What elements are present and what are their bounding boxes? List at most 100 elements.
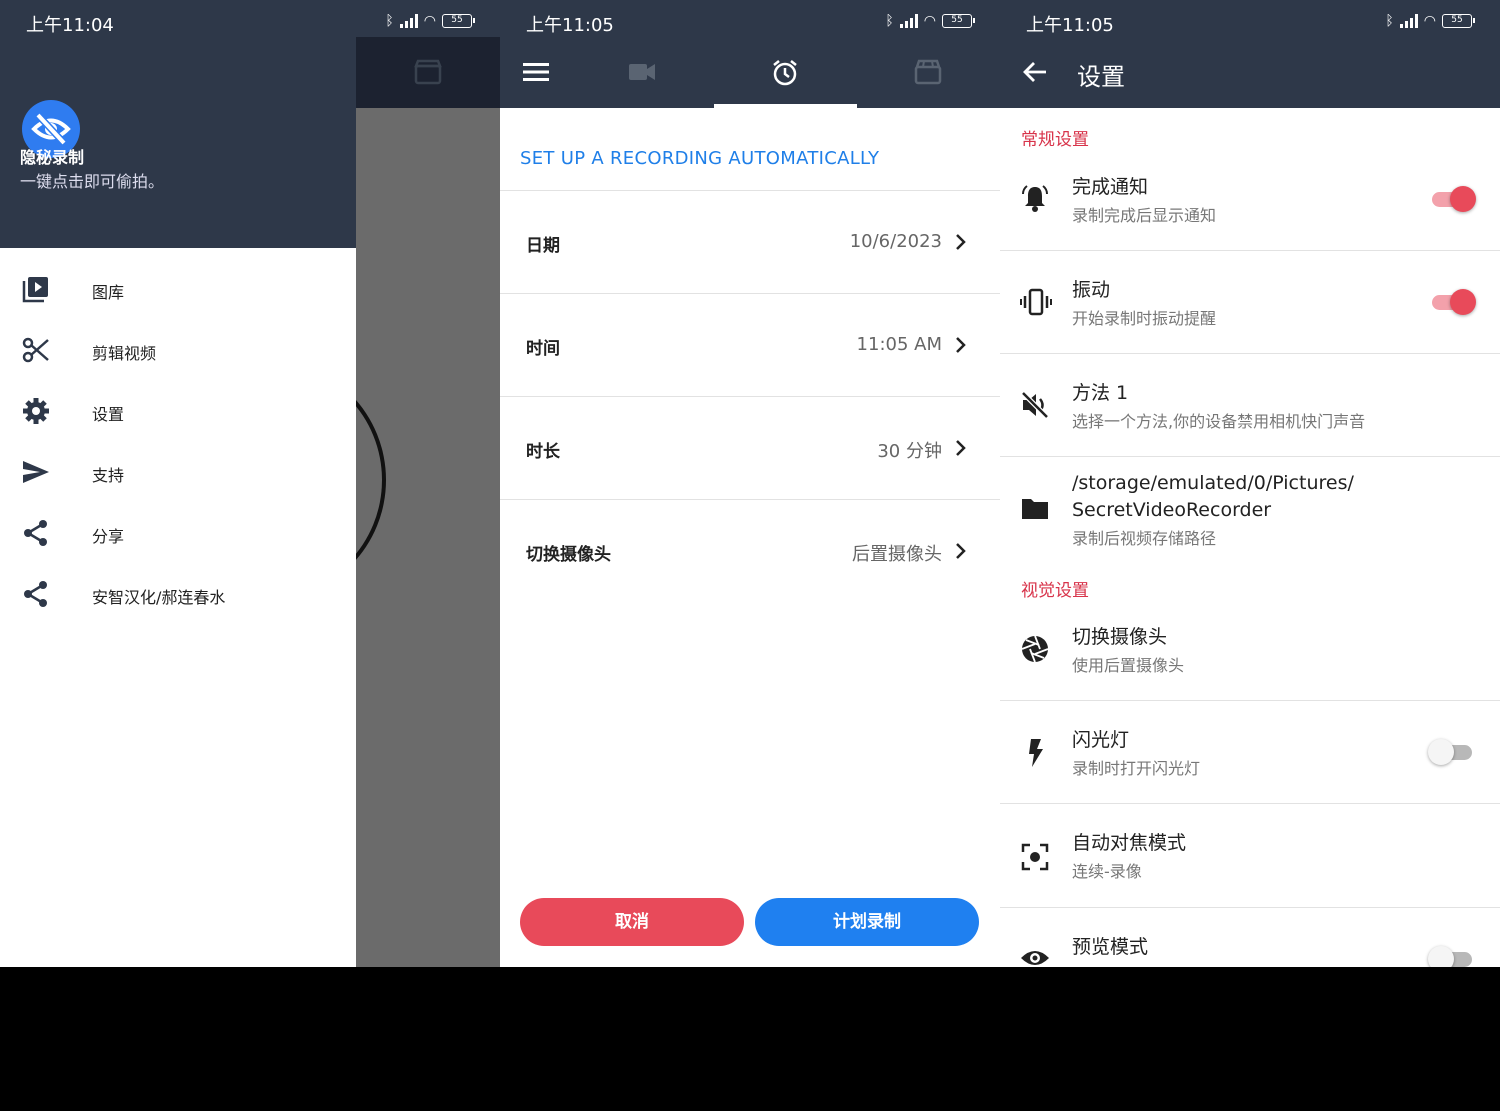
path-line-1: /storage/emulated/0/Pictures/: [1072, 472, 1354, 494]
row-label: 时长: [526, 442, 560, 462]
battery-icon: 55: [942, 14, 975, 28]
pref-switch-camera[interactable]: 切换摄像头 使用后置摄像头: [1000, 598, 1500, 701]
row-value: 后置摄像头: [852, 544, 942, 565]
row-date[interactable]: 日期 10/6/2023: [500, 190, 1000, 293]
pref-title: 预览模式: [1072, 936, 1149, 958]
row-label: 切换摄像头: [526, 545, 611, 565]
nav-item-support[interactable]: 支持: [0, 444, 356, 500]
row-label: 时间: [526, 339, 560, 359]
schedule-screen: 上午11:05 ᛒ ◠ 55 SET UP A RECORDING AUTOMA…: [500, 0, 1000, 967]
chevron-right-icon: [954, 542, 966, 560]
scrim[interactable]: [356, 108, 500, 967]
bluetooth-icon: ᛒ: [385, 13, 394, 29]
nav-item-gallery[interactable]: 图库: [0, 261, 356, 317]
nav-item-share[interactable]: 分享: [0, 505, 356, 561]
vibrate-toggle[interactable]: [1428, 287, 1476, 317]
schedule-recording-button[interactable]: 计划录制: [755, 898, 979, 946]
back-button[interactable]: [1022, 59, 1048, 85]
film-icon: [414, 59, 442, 85]
preview-toggle[interactable]: [1428, 944, 1474, 967]
tab-schedule[interactable]: [714, 37, 857, 108]
nav-label: 设置: [92, 405, 125, 424]
scissors-icon: [22, 336, 50, 364]
share-icon: [22, 519, 50, 547]
pref-subtitle: 开始录制时振动提醒: [1072, 309, 1217, 328]
row-time[interactable]: 时间 11:05 AM: [500, 293, 1000, 396]
pref-storage-path[interactable]: /storage/emulated/0/Pictures/ SecretVide…: [1000, 457, 1500, 567]
pref-subtitle: 选择一个方法,你的设备禁用相机快门声音: [1072, 412, 1366, 431]
signal-icon: [1399, 14, 1418, 28]
status-icons: ᛒ ◠ 55: [385, 13, 475, 29]
wifi-icon: ◠: [923, 13, 936, 29]
bluetooth-icon: ᛒ: [885, 13, 894, 29]
menu-icon: [522, 59, 550, 85]
tab-indicator: [714, 104, 857, 108]
settings-screen: 上午11:05 ᛒ ◠ 55 设置 常规设置 完成通知 录制完成后显示通知 振动…: [1000, 0, 1500, 967]
drawer-screen: 上午11:04 隐秘录制 一键点击即可偷拍。 图库 剪辑视频 设置 支持 分享 …: [0, 0, 500, 967]
pref-flash[interactable]: 闪光灯 录制时打开闪光灯: [1000, 701, 1500, 804]
nav-label: 剪辑视频: [92, 344, 157, 363]
nav-item-credits[interactable]: 安智汉化/郝连春水: [0, 566, 356, 622]
focus-icon: [1020, 842, 1050, 872]
send-icon: [22, 458, 50, 486]
battery-icon: 55: [1442, 14, 1475, 28]
status-bar: 上午11:05 ᛒ ◠ 55: [500, 0, 1000, 37]
volume-off-icon: [1020, 390, 1050, 420]
pref-subtitle: 连续-录像: [1072, 862, 1142, 881]
cancel-button[interactable]: 取消: [520, 898, 744, 946]
notify-toggle[interactable]: [1428, 184, 1476, 214]
nav-label: 支持: [92, 466, 125, 485]
section-general: 常规设置: [1021, 130, 1089, 150]
pref-title: 闪光灯: [1072, 729, 1130, 751]
flash-icon: [1020, 737, 1050, 769]
row-label: 日期: [526, 236, 560, 256]
pref-title: 振动: [1072, 279, 1111, 301]
pref-title: 切换摄像头: [1072, 626, 1168, 648]
settings-toolbar: 设置: [1000, 37, 1500, 108]
share-icon: [22, 580, 50, 608]
folder-icon: [1020, 495, 1050, 523]
video-library-icon: [22, 275, 50, 303]
pref-autofocus[interactable]: 自动对焦模式 连续-录像: [1000, 804, 1500, 908]
status-time: 上午11:05: [1026, 15, 1114, 36]
gear-icon: [22, 397, 50, 425]
path-line-2: SecretVideoRecorder: [1072, 499, 1272, 521]
schedule-heading: SET UP A RECORDING AUTOMATICALLY: [520, 148, 880, 169]
tab-video[interactable]: [571, 37, 714, 108]
row-duration[interactable]: 时长 30 分钟: [500, 396, 1000, 499]
nav-label: 安智汉化/郝连春水: [92, 588, 226, 607]
pref-title: 自动对焦模式: [1072, 832, 1187, 854]
row-value: 30 分钟: [877, 441, 942, 462]
bell-ring-icon: [1020, 184, 1050, 214]
status-bar: 上午11:05 ᛒ ◠ 55: [1000, 0, 1500, 37]
chevron-right-icon: [954, 336, 966, 354]
pref-subtitle: 录制后视频存储路径: [1072, 529, 1217, 548]
film-icon: [914, 59, 942, 85]
pref-preview[interactable]: 预览模式: [1000, 908, 1500, 967]
app-subtitle: 一键点击即可偷拍。: [20, 172, 165, 191]
flash-toggle[interactable]: [1428, 737, 1474, 767]
nav-label: 图库: [92, 283, 125, 302]
nav-item-settings[interactable]: 设置: [0, 383, 356, 439]
camera-aperture-icon: [1020, 634, 1050, 664]
eye-icon: [1020, 946, 1050, 967]
nav-item-edit-video[interactable]: 剪辑视频: [0, 322, 356, 378]
tab-clips[interactable]: [857, 37, 1000, 108]
app-name: 隐秘录制: [20, 148, 85, 167]
navigation-drawer: 上午11:04 隐秘录制 一键点击即可偷拍。 图库 剪辑视频 设置 支持 分享 …: [0, 0, 500, 967]
status-icons: ᛒ ◠ 55: [1385, 13, 1475, 29]
wifi-icon: ◠: [1423, 13, 1436, 29]
vibrate-icon: [1020, 287, 1052, 317]
row-camera[interactable]: 切换摄像头 后置摄像头: [500, 499, 1000, 602]
signal-icon: [899, 14, 918, 28]
alarm-clock-icon: [771, 59, 799, 87]
pref-notify[interactable]: 完成通知 录制完成后显示通知: [1000, 148, 1500, 251]
pref-shutter-method[interactable]: 方法 1 选择一个方法,你的设备禁用相机快门声音: [1000, 354, 1500, 457]
wifi-icon: ◠: [423, 13, 436, 29]
pref-vibrate[interactable]: 振动 开始录制时振动提醒: [1000, 251, 1500, 354]
pref-subtitle: 录制时打开闪光灯: [1072, 759, 1201, 778]
row-value: 11:05 AM: [856, 334, 942, 355]
signal-icon: [399, 14, 418, 28]
pref-subtitle: 录制完成后显示通知: [1072, 206, 1217, 225]
row-value: 10/6/2023: [849, 231, 942, 252]
